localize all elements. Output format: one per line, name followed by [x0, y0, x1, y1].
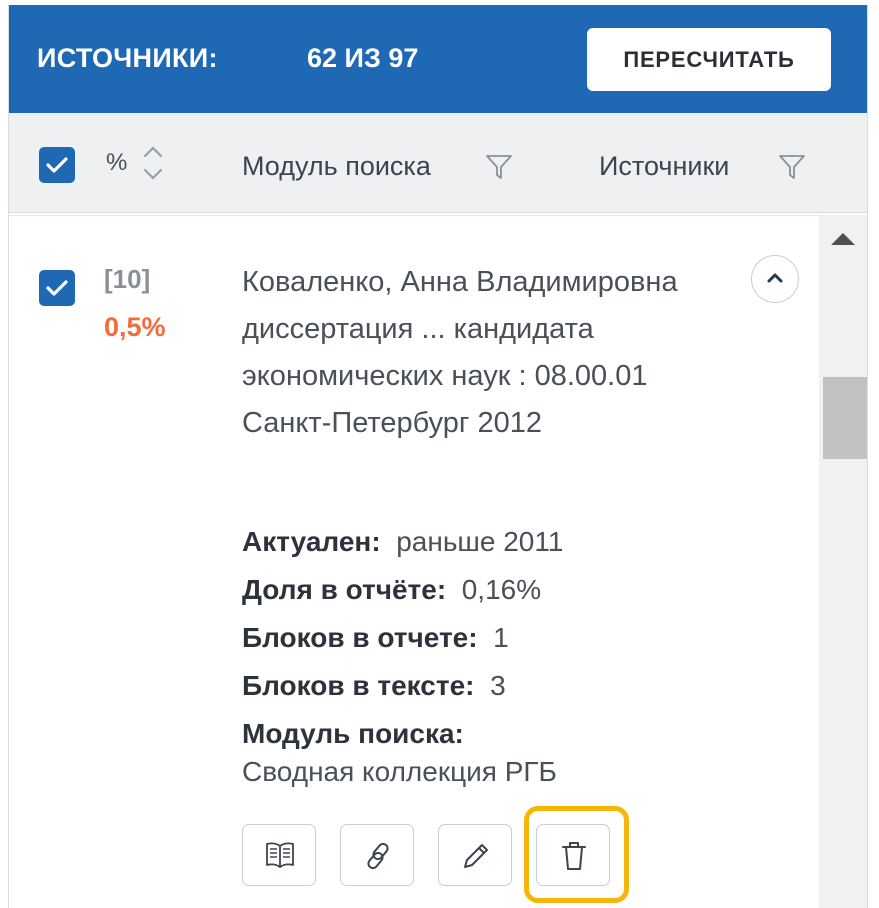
recalculate-button[interactable]: ПЕРЕСЧИТАТЬ: [587, 28, 831, 91]
source-percent: 0,5%: [104, 312, 166, 342]
detail-blocks-report: Блоков в отчете: 1: [242, 622, 509, 653]
header-title: ИСТОЧНИКИ:: [37, 43, 218, 73]
scroll-thumb[interactable]: [823, 377, 867, 459]
sources-header: ИСТОЧНИКИ: 62 ИЗ 97 ПЕРЕСЧИТАТЬ: [9, 5, 867, 113]
source-checkbox[interactable]: [39, 270, 75, 306]
book-icon: [266, 842, 294, 868]
sources-count: 62 ИЗ 97: [307, 43, 419, 73]
source-details: Актуален: раньше 2011 Доля в отчёте: 0,1…: [242, 518, 563, 758]
detail-share: Доля в отчёте: 0,16%: [242, 574, 542, 605]
checkmark-icon: [46, 157, 68, 173]
select-all-checkbox[interactable]: [39, 147, 75, 183]
checkmark-icon: [46, 280, 68, 296]
link-icon: [367, 842, 389, 870]
detail-blocks-text: Блоков в тексте: 3: [242, 670, 506, 701]
module-value: Сводная коллекция РГБ: [242, 756, 557, 787]
detail-module: Модуль поиска:: [242, 718, 464, 749]
column-percent-label[interactable]: %: [106, 149, 127, 177]
filter-icon[interactable]: [485, 153, 513, 181]
delete-highlight-frame: [524, 806, 629, 903]
column-sources-label: Источники: [599, 151, 730, 181]
source-number: [10]: [104, 264, 151, 294]
filter-icon[interactable]: [778, 153, 806, 181]
pencil-icon: [464, 844, 488, 868]
chevron-up-icon: [767, 273, 783, 283]
source-title[interactable]: Коваленко, Анна Владимировна диссертация…: [242, 259, 722, 447]
scroll-up-arrow-icon[interactable]: [831, 233, 855, 245]
column-module-label: Модуль поиска: [242, 151, 431, 181]
sources-panel: ИСТОЧНИКИ: 62 ИЗ 97 ПЕРЕСЧИТАТЬ % Модуль…: [8, 5, 868, 908]
list-scrollbar[interactable]: [819, 215, 867, 908]
sort-icon[interactable]: [140, 140, 166, 186]
edit-button[interactable]: [438, 824, 512, 886]
source-list: [10] 0,5% Коваленко, Анна Владимировна д…: [9, 215, 819, 908]
collapse-button[interactable]: [751, 255, 799, 303]
detail-actual: Актуален: раньше 2011: [242, 526, 564, 557]
column-header: % Модуль поиска Источники: [9, 113, 867, 213]
open-source-button[interactable]: [242, 824, 316, 886]
link-button[interactable]: [340, 824, 414, 886]
